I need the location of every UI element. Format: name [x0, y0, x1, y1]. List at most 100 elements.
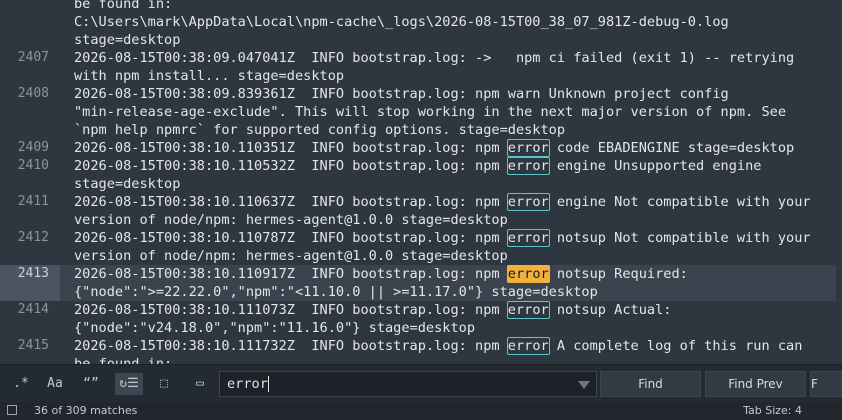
line-text: 2026-08-15T00:38:10.110917Z INFO bootstr… [74, 265, 688, 283]
code-text: be found in: [74, 356, 173, 364]
line-text: stage=desktop [74, 31, 180, 49]
code-text: version of node/npm: hermes-agent@1.0.0 … [74, 248, 508, 264]
whole-word-toggle[interactable]: “” [79, 373, 103, 395]
code-line: 2408 2026-08-15T00:38:09.839361Z INFO boo… [0, 85, 842, 103]
line-number: 2410 [17, 158, 49, 173]
line-number [0, 121, 60, 139]
line-text: 2026-08-15T00:38:09.047041Z INFO bootstr… [74, 49, 794, 67]
code-text: engine Not compatible with your [548, 194, 811, 210]
line-text: be found in: [74, 355, 172, 364]
line-number [0, 211, 60, 229]
find-input[interactable]: error [219, 371, 597, 397]
line-text: 2026-08-15T00:38:10.111073Z INFO bootstr… [74, 301, 671, 319]
code-text: with npm install... stage=desktop [74, 68, 345, 84]
code-line: stage=desktop [0, 175, 842, 193]
code-line: stage=desktop [0, 31, 842, 49]
highlight-matches-toggle[interactable]: ▭ [187, 373, 213, 395]
line-number: 2409 [17, 140, 49, 155]
code-text: stage=desktop [74, 176, 181, 192]
code-line: 2409 2026-08-15T00:38:10.110351Z INFO boo… [0, 139, 842, 157]
line-number [0, 31, 60, 49]
line-number [0, 355, 60, 364]
line-number [0, 13, 60, 31]
editor-pane[interactable]: be found in: C:\Users\mark\AppData\Local\… [0, 0, 842, 364]
code-line: {"node":"v24.18.0","npm":"11.16.0"} stag… [0, 319, 842, 337]
code-line: 2411 2026-08-15T00:38:10.110637Z INFO boo… [0, 193, 842, 211]
code-line: 2412 2026-08-15T00:38:10.110787Z INFO boo… [0, 229, 842, 247]
line-text: {"node":"v24.18.0","npm":"11.16.0"} stag… [74, 319, 475, 337]
find-prev-button[interactable]: Find Prev [705, 371, 806, 397]
line-number: 2407 [17, 50, 49, 65]
line-text: 2026-08-15T00:38:10.110637Z INFO bootstr… [74, 193, 811, 211]
line-number: 2408 [17, 86, 49, 101]
code-line: version of node/npm: hermes-agent@1.0.0 … [0, 247, 842, 265]
history-dropdown-icon[interactable] [578, 381, 590, 389]
code-line: {"node":">=22.22.0","npm":"<11.10.0 || >… [0, 283, 842, 301]
line-text: stage=desktop [74, 175, 180, 193]
search-match: error [506, 229, 550, 247]
tab-size[interactable]: Tab Size: 4 [743, 402, 802, 420]
code-text: 2026-08-15T00:38:10.110637Z INFO bootstr… [74, 194, 508, 210]
line-text: `npm help npmrc` for supported config op… [74, 121, 565, 139]
code-line: "min-release-age-exclude". This will sto… [0, 103, 842, 121]
code-line: 2413 2026-08-15T00:38:10.110917Z INFO boo… [0, 265, 842, 283]
line-text: version of node/npm: hermes-agent@1.0.0 … [74, 211, 508, 229]
code-line: be found in: [0, 355, 842, 364]
code-line: C:\Users\mark\AppData\Local\npm-cache\_l… [0, 13, 842, 31]
code-text: A complete log of this run can [548, 338, 803, 354]
vertical-scrollbar[interactable] [836, 0, 842, 364]
code-text: 2026-08-15T00:38:10.111073Z INFO bootstr… [74, 302, 508, 318]
code-line: 2414 2026-08-15T00:38:10.111073Z INFO boo… [0, 301, 842, 319]
code-line: 2410 2026-08-15T00:38:10.110532Z INFO boo… [0, 157, 842, 175]
code-line: 2407 2026-08-15T00:38:09.047041Z INFO boo… [0, 49, 842, 67]
line-text: 2026-08-15T00:38:10.110351Z INFO bootstr… [74, 139, 794, 157]
line-text: 2026-08-15T00:38:10.111732Z INFO bootstr… [74, 337, 802, 355]
find-bar: .* Aa “” ↻☰ ⬚ ▭ error Find Find Prev F [0, 364, 842, 403]
code-text: 2026-08-15T00:38:10.110787Z INFO bootstr… [74, 230, 508, 246]
code-text: stage=desktop [74, 32, 181, 48]
line-number: 2415 [17, 338, 49, 353]
line-text: 2026-08-15T00:38:09.839361Z INFO bootstr… [74, 85, 729, 103]
code-text: 2026-08-15T00:38:10.110917Z INFO bootstr… [74, 266, 508, 282]
find-all-button[interactable]: F [810, 371, 842, 397]
regex-toggle[interactable]: .* [9, 373, 33, 395]
line-text: {"node":">=22.22.0","npm":"<11.10.0 || >… [74, 283, 598, 301]
case-sensitive-toggle[interactable]: Aa [43, 373, 67, 395]
search-match: error [506, 301, 550, 319]
line-number [0, 175, 60, 193]
line-number [0, 0, 60, 13]
code-line: `npm help npmrc` for supported config op… [0, 121, 842, 139]
code-line: with npm install... stage=desktop [0, 67, 842, 85]
line-number [0, 103, 60, 121]
match-count: 36 of 309 matches [34, 404, 138, 417]
wrap-toggle[interactable]: ↻☰ [115, 373, 143, 395]
search-match: error [506, 139, 550, 157]
line-number: 2413 [0, 265, 60, 283]
status-bar: 36 of 309 matches Tab Size: 4 [0, 402, 842, 420]
search-match: error [506, 193, 550, 211]
code-line: be found in: [0, 0, 842, 13]
code-text: {"node":">=22.22.0","npm":"<11.10.0 || >… [74, 284, 598, 300]
line-number [0, 283, 60, 301]
find-button[interactable]: Find [600, 371, 701, 397]
search-match: error [506, 157, 550, 175]
code-text: 2026-08-15T00:38:10.110532Z INFO bootstr… [74, 158, 508, 174]
code-text: code EBADENGINE stage=desktop [548, 140, 795, 156]
code-text: engine Unsupported engine [548, 158, 762, 174]
code-text: notsup Not compatible with your [548, 230, 811, 246]
line-text: with npm install... stage=desktop [74, 67, 344, 85]
code-text: 2026-08-15T00:38:10.111732Z INFO bootstr… [74, 338, 508, 354]
line-number [0, 247, 60, 265]
line-number: 2414 [17, 302, 49, 317]
code-line: 2415 2026-08-15T00:38:10.111732Z INFO boo… [0, 337, 842, 355]
line-text: version of node/npm: hermes-agent@1.0.0 … [74, 247, 508, 265]
panel-toggle-icon[interactable] [7, 405, 17, 415]
line-text: 2026-08-15T00:38:10.110532Z INFO bootstr… [74, 157, 761, 175]
line-number: 2411 [17, 194, 49, 209]
in-selection-toggle[interactable]: ⬚ [152, 373, 176, 395]
code-text: 2026-08-15T00:38:09.839361Z INFO bootstr… [74, 86, 729, 102]
code-text: 2026-08-15T00:38:09.047041Z INFO bootstr… [74, 50, 795, 66]
current-search-match: error [506, 265, 550, 283]
code-text: {"node":"v24.18.0","npm":"11.16.0"} stag… [74, 320, 476, 336]
code-text: version of node/npm: hermes-agent@1.0.0 … [74, 212, 508, 228]
